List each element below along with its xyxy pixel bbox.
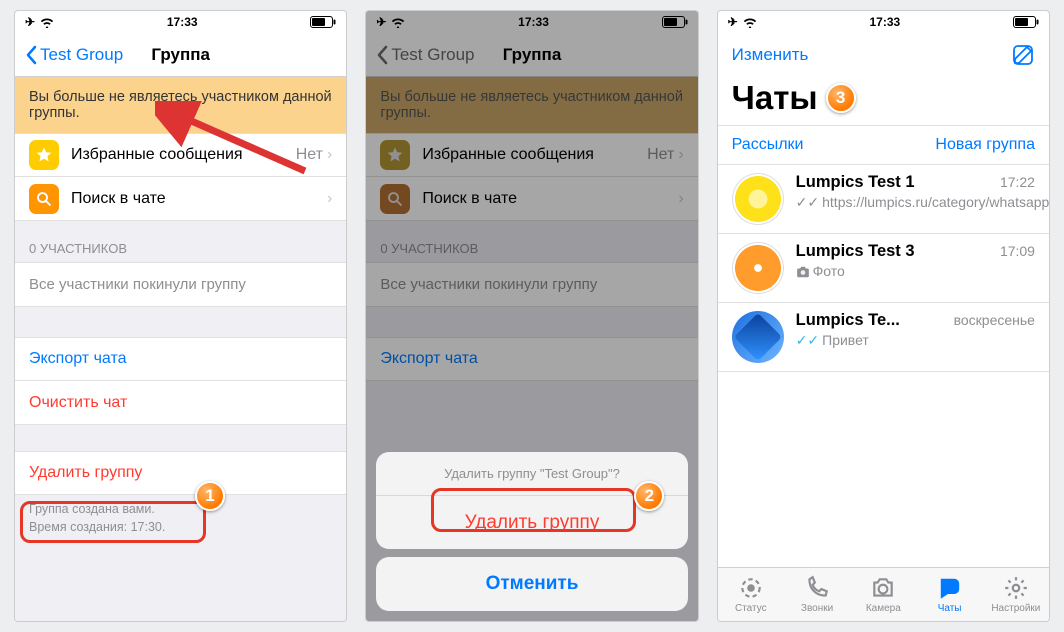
nav-bar: Test Group Группа xyxy=(15,33,346,77)
chat-preview: ✓✓Привет xyxy=(796,332,1035,350)
chat-time: воскресенье xyxy=(954,312,1035,328)
members-header: 0 УЧАСТНИКОВ xyxy=(15,221,346,262)
starred-label: Избранные сообщения xyxy=(71,146,296,164)
chat-row[interactable]: Lumpics Te... воскресенье ✓✓Привет xyxy=(718,303,1049,372)
tab-calls[interactable]: Звонки xyxy=(784,568,850,621)
members-empty: Все участники покинули группу xyxy=(15,262,346,307)
tab-camera[interactable]: Камера xyxy=(850,568,916,621)
footer-info: Группа создана вами. Время создания: 17:… xyxy=(15,495,346,542)
tab-settings[interactable]: Настройки xyxy=(983,568,1049,621)
status-bar: ✈ 17:33 xyxy=(718,11,1049,33)
wifi-icon xyxy=(40,17,54,28)
clear-label: Очистить чат xyxy=(29,394,127,412)
chat-name: Lumpics Test 3 xyxy=(796,242,915,261)
sub-links: Рассылки Новая группа xyxy=(718,125,1049,165)
chevron-right-icon: › xyxy=(327,146,332,164)
delete-group-button[interactable]: Удалить группу xyxy=(15,451,346,495)
avatar xyxy=(732,311,784,363)
tab-bar: Статус Звонки Камера Чаты Настройки xyxy=(718,567,1049,621)
starred-tail: Нет xyxy=(296,146,323,164)
status-time: 17:33 xyxy=(167,15,198,29)
broadcasts-link[interactable]: Рассылки xyxy=(732,136,804,154)
battery-icon xyxy=(310,16,336,28)
camera-icon xyxy=(796,266,810,278)
wifi-icon xyxy=(743,17,757,28)
clear-chat-button[interactable]: Очистить чат xyxy=(15,381,346,425)
sheet-delete-label: Удалить группу xyxy=(465,512,600,534)
delete-label: Удалить группу xyxy=(29,464,142,482)
tab-chats[interactable]: Чаты xyxy=(916,568,982,621)
airplane-icon: ✈ xyxy=(25,15,35,29)
step-badge-1: 1 xyxy=(195,481,225,511)
search-icon xyxy=(29,184,59,214)
chat-row[interactable]: Lumpics Test 3 17:09 Фото xyxy=(718,234,1049,303)
starred-messages-cell[interactable]: Избранные сообщения Нет › xyxy=(15,133,346,177)
airplane-icon: ✈ xyxy=(728,15,738,29)
chat-preview: ✓✓https://lumpics.ru/category/whatsapp xyxy=(796,194,1035,212)
chevron-left-icon xyxy=(25,45,37,65)
avatar xyxy=(732,173,784,225)
search-label: Поиск в чате xyxy=(71,190,327,208)
cancel-label: Отменить xyxy=(486,573,579,595)
avatar xyxy=(732,242,784,294)
screen-2-action-sheet: ✈ 17:33 Test Group Группа Вы больше не я… xyxy=(365,10,698,622)
sheet-cancel-button[interactable]: Отменить xyxy=(376,557,687,611)
status-bar: ✈ 17:33 xyxy=(15,11,346,33)
not-member-banner: Вы больше не являетесь участником данной… xyxy=(15,77,346,133)
back-label: Test Group xyxy=(40,45,123,65)
chats-nav: Изменить xyxy=(718,33,1049,77)
status-time: 17:33 xyxy=(870,15,901,29)
battery-icon xyxy=(1013,16,1039,28)
star-icon xyxy=(29,140,59,170)
chevron-right-icon: › xyxy=(327,190,332,208)
chat-time: 17:09 xyxy=(1000,243,1035,259)
screen-1-group-info: ✈ 17:33 Test Group Группа Вы больше не я… xyxy=(14,10,347,622)
chat-preview: Фото xyxy=(796,263,1035,281)
chat-time: 17:22 xyxy=(1000,174,1035,190)
tick-icon: ✓✓ xyxy=(796,332,819,350)
tick-icon: ✓✓ xyxy=(796,194,819,212)
step-badge-3: 3 xyxy=(826,83,856,113)
chat-name: Lumpics Te... xyxy=(796,311,900,330)
tab-status[interactable]: Статус xyxy=(718,568,784,621)
new-group-link[interactable]: Новая группа xyxy=(935,136,1035,154)
screen-3-chats: ✈ 17:33 Изменить Чаты 3 Рассылки Новая г… xyxy=(717,10,1050,622)
edit-button[interactable]: Изменить xyxy=(732,45,809,65)
export-label: Экспорт чата xyxy=(29,350,127,368)
page-title: Чаты 3 xyxy=(718,77,1049,125)
back-button[interactable]: Test Group xyxy=(25,45,123,65)
chat-name: Lumpics Test 1 xyxy=(796,173,915,192)
chat-search-cell[interactable]: Поиск в чате › xyxy=(15,177,346,221)
export-chat-button[interactable]: Экспорт чата xyxy=(15,337,346,381)
action-sheet: Удалить группу "Test Group"? Удалить гру… xyxy=(376,452,687,611)
compose-icon[interactable] xyxy=(1011,43,1035,67)
chat-row[interactable]: Lumpics Test 1 17:22 ✓✓https://lumpics.ru… xyxy=(718,165,1049,234)
